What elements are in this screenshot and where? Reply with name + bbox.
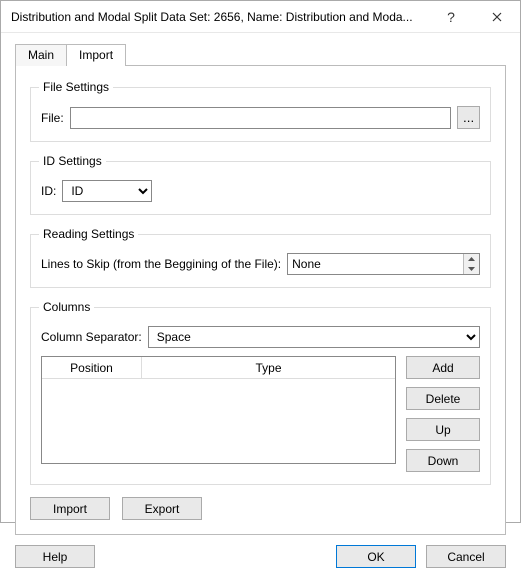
id-label: ID: — [41, 184, 56, 198]
import-export-row: Import Export — [30, 497, 491, 520]
tabstrip: Main Import — [15, 43, 506, 65]
group-reading-settings-legend: Reading Settings — [39, 227, 138, 241]
add-button[interactable]: Add — [406, 356, 480, 379]
group-id-settings: ID Settings ID: ID — [30, 154, 491, 215]
window-title: Distribution and Modal Split Data Set: 2… — [11, 10, 428, 24]
group-file-settings: File Settings File: ... — [30, 80, 491, 142]
down-button[interactable]: Down — [406, 449, 480, 472]
delete-button[interactable]: Delete — [406, 387, 480, 410]
up-button[interactable]: Up — [406, 418, 480, 441]
group-columns-legend: Columns — [39, 300, 94, 314]
tab-import[interactable]: Import — [66, 44, 126, 66]
columns-table-body — [42, 379, 395, 463]
columns-side-buttons: Add Delete Up Down — [406, 356, 480, 472]
content-area: Main Import File Settings File: ... ID S… — [1, 33, 520, 545]
columns-th-type[interactable]: Type — [142, 357, 395, 378]
help-button[interactable]: Help — [15, 545, 95, 568]
help-icon[interactable]: ? — [428, 2, 474, 32]
column-separator-select[interactable]: Space — [148, 326, 480, 348]
file-label: File: — [41, 111, 64, 125]
id-select[interactable]: ID — [62, 180, 152, 202]
spinner-buttons — [463, 254, 479, 274]
group-id-settings-legend: ID Settings — [39, 154, 106, 168]
column-separator-label: Column Separator: — [41, 330, 142, 344]
tab-main[interactable]: Main — [15, 44, 67, 66]
ellipsis-icon: ... — [463, 110, 474, 125]
cancel-button[interactable]: Cancel — [426, 545, 506, 568]
dialog-footer: Help OK Cancel — [1, 545, 520, 580]
group-reading-settings: Reading Settings Lines to Skip (from the… — [30, 227, 491, 288]
export-button[interactable]: Export — [122, 497, 202, 520]
ok-button[interactable]: OK — [336, 545, 416, 568]
lines-to-skip-label: Lines to Skip (from the Beggining of the… — [41, 257, 281, 271]
columns-table[interactable]: Position Type — [41, 356, 396, 464]
spinner-down-button[interactable] — [464, 264, 479, 274]
lines-to-skip-value: None — [288, 254, 463, 274]
browse-button[interactable]: ... — [457, 106, 480, 129]
group-file-settings-legend: File Settings — [39, 80, 113, 94]
import-button[interactable]: Import — [30, 497, 110, 520]
columns-th-position[interactable]: Position — [42, 357, 142, 378]
close-icon[interactable] — [474, 2, 520, 32]
lines-to-skip-spinner[interactable]: None — [287, 253, 480, 275]
file-input[interactable] — [70, 107, 452, 129]
columns-table-header: Position Type — [42, 357, 395, 379]
tab-panel-import: File Settings File: ... ID Settings ID: … — [15, 65, 506, 535]
dialog-window: Distribution and Modal Split Data Set: 2… — [0, 0, 521, 523]
titlebar: Distribution and Modal Split Data Set: 2… — [1, 1, 520, 33]
group-columns: Columns Column Separator: Space Position… — [30, 300, 491, 485]
spinner-up-button[interactable] — [464, 254, 479, 264]
